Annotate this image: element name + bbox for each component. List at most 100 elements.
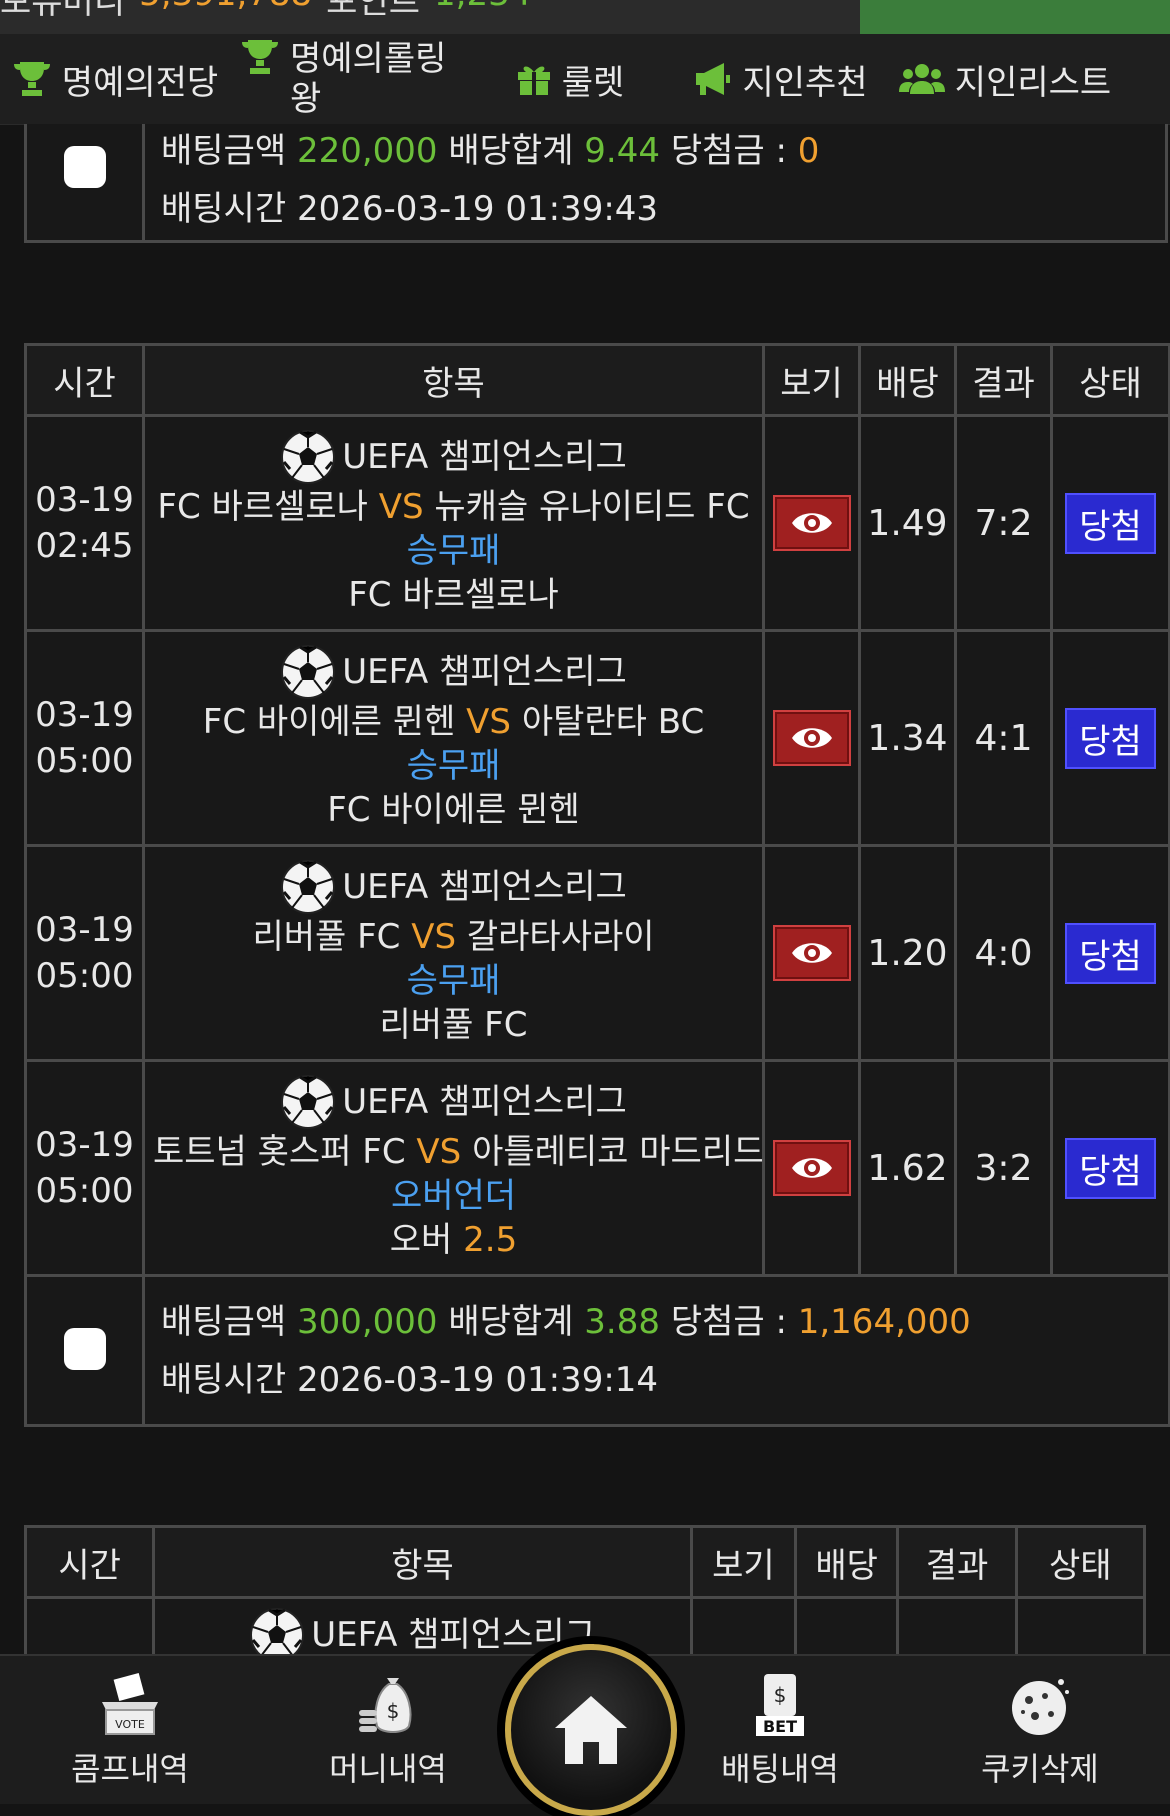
nav-label: 명예의롤링왕 <box>290 39 447 119</box>
result-cell: 4:1 <box>954 629 1053 847</box>
bottom-nav-bets[interactable]: $ BET 배팅내역 <box>680 1672 880 1790</box>
header-item: 항목 <box>142 343 765 417</box>
time-cell <box>23 1596 156 1654</box>
bet-amount-value: 220,000 <box>296 130 438 171</box>
market-type: 승무패 <box>406 531 501 571</box>
trophy-icon <box>12 60 52 98</box>
select-checkbox[interactable] <box>63 1327 106 1370</box>
bet-time: 05:00 <box>35 741 134 781</box>
home-team: 리버풀 FC <box>252 917 401 957</box>
vs-label: VS <box>411 917 457 957</box>
bet-date: 03-19 <box>35 480 134 520</box>
nav-item-referral-list[interactable]: 지인리스트 <box>890 34 1120 124</box>
eye-icon <box>791 1158 832 1178</box>
bet-amount-label: 배팅금액 <box>161 1301 287 1342</box>
away-team: 아틀레티코 마드리드 <box>472 1132 764 1172</box>
market-type: 승무패 <box>406 746 501 786</box>
result-cell: 4:0 <box>954 844 1053 1062</box>
winnings-label: 당첨금 : <box>670 130 787 171</box>
pick: 리버풀 FC <box>379 1005 528 1045</box>
bet-time-value: 2026-03-19 01:39:43 <box>296 188 659 229</box>
away-team: 아탈란타 BC <box>521 702 705 742</box>
nav-item-roulette[interactable]: 룰렛 <box>470 34 670 124</box>
point-label: 포인트 <box>326 0 421 22</box>
time-cell: 03-19 05:00 <box>24 629 145 847</box>
league-name: UEFA 챔피언스리그 <box>342 867 627 907</box>
view-button[interactable] <box>772 495 851 551</box>
home-team: FC 바르셀로나 <box>157 487 368 527</box>
view-cell <box>762 1059 861 1277</box>
header-odds: 배당 <box>858 343 957 417</box>
eye-icon <box>791 943 832 963</box>
odds-total-value: 9.44 <box>584 130 660 171</box>
nav-item-hall-of-fame[interactable]: 명예의전당 <box>0 34 230 124</box>
time-cell: 03-19 05:00 <box>24 844 145 1062</box>
bottom-nav-money[interactable]: $ 머니내역 <box>288 1672 488 1790</box>
bottom-nav-label: 쿠키삭제 <box>981 1750 1099 1788</box>
pick: FC 바르셀로나 <box>348 575 559 615</box>
header-result: 결과 <box>896 1525 1018 1599</box>
bet-date: 03-19 <box>35 1125 134 1165</box>
header-status: 상태 <box>1014 1525 1147 1599</box>
time-cell: 03-19 02:45 <box>24 414 145 632</box>
bet-time: 05:00 <box>35 956 134 996</box>
home-button[interactable] <box>505 1644 677 1816</box>
soccer-ball-icon <box>281 860 336 914</box>
winnings-value: 0 <box>797 130 820 171</box>
item-cell: UEFA 챔피언스리그 리버풀 FC VS 갈라타사라이 승무패 리버풀 FC <box>142 844 765 1062</box>
svg-text:VOTE: VOTE <box>115 1718 145 1731</box>
nav-label: 룰렛 <box>561 62 625 103</box>
header-item: 항목 <box>152 1525 693 1599</box>
view-button[interactable] <box>772 1140 851 1196</box>
select-cell[interactable] <box>24 1274 145 1427</box>
view-button[interactable] <box>772 710 851 766</box>
away-team: 갈라타사라이 <box>466 917 655 957</box>
nav-item-rolling-king[interactable]: 명예의롤링왕 <box>230 34 470 124</box>
match-line: 리버풀 FC VS 갈라타사라이 <box>147 915 761 959</box>
nav-label: 지인리스트 <box>954 62 1112 103</box>
league-line: UEFA 챔피언스리그 <box>147 1074 761 1130</box>
select-checkbox[interactable] <box>63 145 106 188</box>
bottom-nav-clear-cookies[interactable]: 쿠키삭제 <box>940 1672 1140 1790</box>
table-row: 03-19 02:45 UEFA 챔피언스리그 FC 바르셀로나 VS 뉴캐슬 … <box>24 414 1170 632</box>
league-line: UEFA 챔피언스리그 <box>147 859 761 915</box>
status-badge: 당첨 <box>1065 707 1156 769</box>
status-badge: 당첨 <box>1065 1137 1156 1199</box>
match-line: FC 바이에른 뮌헨 VS 아탈란타 BC <box>147 700 761 744</box>
select-cell[interactable] <box>24 124 145 243</box>
pick-line: 리버풀 FC <box>147 1003 761 1047</box>
nav-item-referral[interactable]: 지인추천 <box>670 34 890 124</box>
nav-label: 지인추천 <box>742 62 868 103</box>
top-status-bar: 보유머니 5,391,788 포인트 1,234 <box>0 0 1170 34</box>
bet-time-value: 2026-03-19 01:39:14 <box>296 1359 659 1400</box>
league-line: UEFA 챔피언스리그 <box>147 429 761 485</box>
vote-box-icon: VOTE <box>102 1673 158 1735</box>
odds-cell: 1.20 <box>858 844 957 1062</box>
bottom-nav-comp[interactable]: VOTE 콤프내역 <box>30 1672 230 1790</box>
prev-bet-summary: 배팅금액 220,000 배당합계 9.44 당첨금 : 0 배팅시간 2026… <box>24 124 1168 243</box>
cookie-icon <box>1012 1679 1069 1735</box>
table-row: 03-19 05:00 UEFA 챔피언스리그 FC 바이에른 뮌헨 VS 아탈… <box>24 629 1170 847</box>
result-cell: 3:2 <box>954 1059 1053 1277</box>
odds-cell: 1.49 <box>858 414 957 632</box>
soccer-ball-icon <box>281 645 336 699</box>
home-icon <box>555 1696 627 1764</box>
bet-date: 03-19 <box>35 910 134 950</box>
result-cell: 7:2 <box>954 414 1053 632</box>
view-cell <box>689 1596 798 1654</box>
header-view: 보기 <box>689 1525 798 1599</box>
next-bet-table: 시간 항목 보기 배당 결과 상태 UEFA 챔피언스리그 <box>23 1525 1147 1654</box>
odds-total-value: 3.88 <box>584 1301 660 1342</box>
megaphone-icon <box>692 61 732 97</box>
status-badge: 당첨 <box>1065 492 1156 554</box>
match-line: FC 바르셀로나 VS 뉴캐슬 유나이티드 FC <box>147 485 761 529</box>
soccer-ball-icon <box>281 1075 336 1129</box>
item-cell: UEFA 챔피언스리그 토트넘 홋스퍼 FC VS 아틀레티코 마드리드 오버언… <box>142 1059 765 1277</box>
view-button[interactable] <box>772 925 851 981</box>
vs-label: VS <box>466 702 512 742</box>
odds-cell: 1.62 <box>858 1059 957 1277</box>
item-cell: UEFA 챔피언스리그 FC 바르셀로나 VS 뉴캐슬 유나이티드 FC 승무패… <box>142 414 765 632</box>
balance-label: 보유머니 <box>0 0 126 22</box>
table-header: 시간 항목 보기 배당 결과 상태 <box>23 1525 1147 1599</box>
table-row: 03-19 05:00 UEFA 챔피언스리그 리버풀 FC VS 갈라타사라이… <box>24 844 1170 1062</box>
